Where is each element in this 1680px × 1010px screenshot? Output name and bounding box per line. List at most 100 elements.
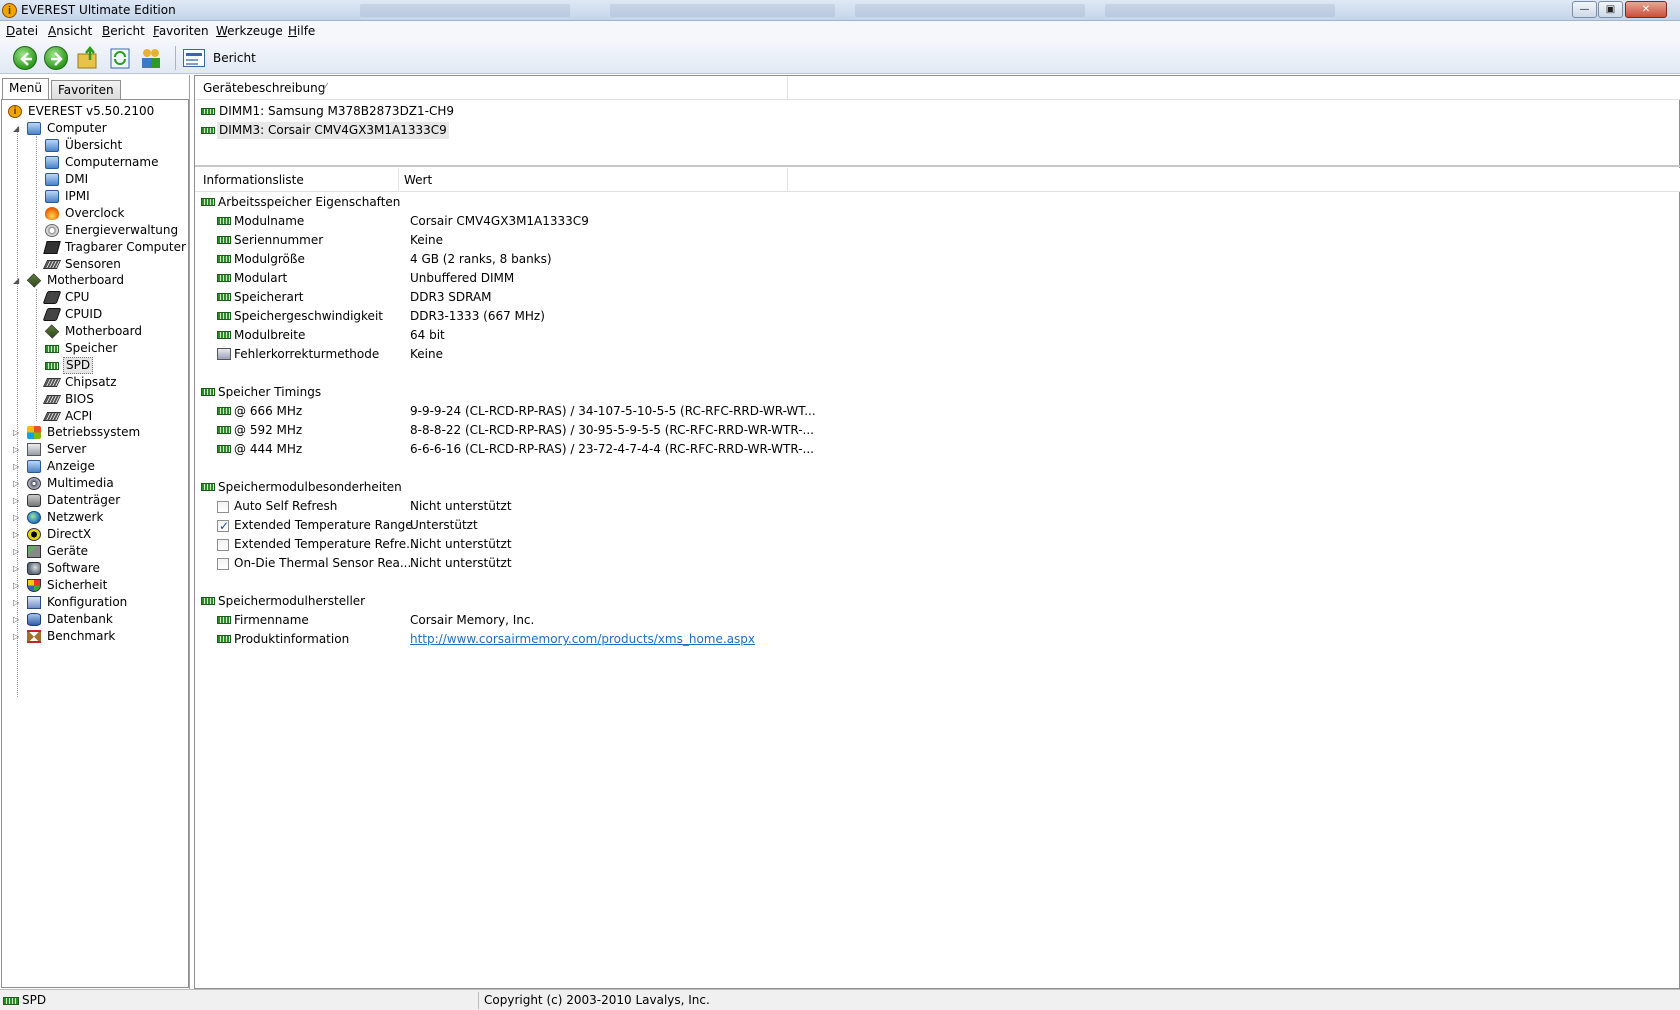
checkbox[interactable] (217, 558, 229, 570)
column-separator[interactable] (787, 76, 788, 100)
expand-toggle-icon[interactable]: ▷ (13, 547, 22, 556)
info-row[interactable]: Modulart Unbuffered DIMM (217, 269, 1667, 288)
expand-toggle-icon[interactable]: ▷ (13, 615, 22, 624)
info-row[interactable]: Fehlerkorrekturmethode Keine (217, 345, 1667, 364)
tree-item-label: Speicher (65, 341, 118, 355)
column-header-device[interactable]: Gerätebeschreibung (203, 81, 325, 95)
tree-item-label: Übersicht (65, 138, 123, 152)
tree-item-label: Benchmark (47, 629, 116, 643)
expand-toggle-icon[interactable]: ▷ (13, 581, 22, 590)
checkbox[interactable] (217, 517, 229, 536)
info-row[interactable]: Modulgröße 4 GB (2 ranks, 8 banks) (217, 250, 1667, 269)
tab-menu[interactable]: Menü (2, 78, 49, 99)
status-current-page: SPD (22, 993, 47, 1007)
content-pane: Gerätebeschreibung ⁄ DIMM1: Samsung M378… (194, 75, 1680, 989)
expand-toggle-icon[interactable]: ▷ (13, 530, 22, 539)
memory-module-icon (217, 312, 231, 320)
checkbox[interactable] (217, 501, 229, 513)
motherboard-icon (44, 324, 60, 339)
info-row[interactable]: Extended Temperature RangeUnterstützt (217, 516, 1667, 536)
info-row[interactable]: On-Die Thermal Sensor Rea... Nicht unters… (217, 554, 1667, 573)
memory-module-icon (217, 217, 231, 225)
info-row[interactable]: Firmenname Corsair Memory, Inc. (217, 611, 1667, 630)
menu-favoriten[interactable]: Favoriten (153, 24, 209, 38)
devices-icon (27, 545, 41, 558)
forward-button[interactable] (44, 46, 68, 70)
menu-hilfe[interactable]: Hilfe (288, 24, 315, 38)
section-title: Arbeitsspeicher Eigenschaften (218, 195, 401, 209)
info-row[interactable]: Extended Temperature Refre... Nicht unter… (217, 535, 1667, 554)
tab-favorites[interactable]: Favoriten (51, 80, 121, 100)
expand-toggle-icon[interactable]: ▷ (13, 462, 22, 471)
info-row[interactable]: Speicherart DDR3 SDRAM (217, 288, 1667, 307)
users-button[interactable] (139, 46, 163, 70)
info-row[interactable]: Modulname Corsair CMV4GX3M1A1333C9 (217, 212, 1667, 231)
refresh-icon (110, 48, 130, 69)
tree-item-label: BIOS (65, 392, 94, 406)
tree-item-label: Konfiguration (47, 595, 128, 609)
info-row[interactable]: @ 592 MHz 8-8-8-22 (CL-RCD-RP-RAS) / 30-9… (217, 421, 1667, 440)
info-row[interactable]: Modulbreite 64 bit (217, 326, 1667, 345)
directx-icon (27, 528, 41, 541)
collapse-toggle-icon[interactable]: ◢ (13, 124, 22, 133)
column-header-value[interactable]: Wert (404, 173, 432, 187)
info-value: Keine (410, 233, 443, 247)
users-icon (142, 49, 160, 68)
expand-toggle-icon[interactable]: ▷ (13, 513, 22, 522)
refresh-button[interactable] (108, 46, 132, 70)
memory-module-icon (217, 236, 231, 244)
flame-icon (45, 207, 59, 220)
pane-splitter[interactable] (195, 165, 1680, 167)
info-row[interactable]: Speichergeschwindigkeit DDR3-1333 (667 MH… (217, 307, 1667, 326)
info-field: Seriennummer (234, 233, 324, 247)
info-value: 6-6-6-16 (CL-RCD-RP-RAS) / 23-72-4-7-4-4… (410, 442, 814, 456)
info-value: 9-9-9-24 (CL-RCD-RP-RAS) / 34-107-5-10-5… (410, 404, 816, 418)
memory-module-icon (201, 108, 215, 115)
memory-module-icon (217, 407, 231, 415)
tree-item-label: EVEREST v5.50.2100 (28, 104, 155, 118)
column-separator[interactable] (787, 168, 788, 192)
expand-toggle-icon[interactable]: ▷ (13, 428, 22, 437)
tree-item-label: CPU (65, 290, 90, 304)
info-field: Fehlerkorrekturmethode (234, 347, 380, 361)
menu-werkzeuge[interactable]: Werkzeuge (216, 24, 283, 38)
drive-icon (27, 494, 41, 507)
info-row[interactable]: Auto Self Refresh Nicht unterstützt (217, 497, 1667, 516)
up-button[interactable] (76, 45, 100, 70)
info-field: On-Die Thermal Sensor Rea... (234, 556, 412, 570)
everest-icon: i (8, 105, 22, 118)
computer-icon (27, 122, 41, 135)
info-row[interactable]: @ 666 MHz 9-9-9-24 (CL-RCD-RP-RAS) / 34-1… (217, 402, 1667, 421)
menu-datei[interactable]: Datei (6, 24, 38, 38)
info-field: Modulname (234, 214, 305, 228)
expand-toggle-icon[interactable]: ▷ (13, 632, 22, 641)
tree-item-label: Energieverwaltung (65, 223, 179, 237)
computer-icon (45, 156, 59, 169)
column-separator[interactable] (398, 168, 399, 192)
device-label: DIMM3: Corsair CMV4GX3M1A1333C9 (217, 122, 449, 139)
expand-toggle-icon[interactable]: ▷ (13, 445, 22, 454)
expand-toggle-icon[interactable]: ▷ (13, 479, 22, 488)
checkbox[interactable] (217, 539, 229, 551)
column-header-field[interactable]: Informationsliste (203, 173, 304, 187)
memory-module-icon (217, 255, 231, 263)
minimize-button[interactable]: — (1572, 1, 1597, 18)
info-row[interactable]: Seriennummer Keine (217, 231, 1667, 250)
expand-toggle-icon[interactable]: ▷ (13, 496, 22, 505)
menu-ansicht[interactable]: Ansicht (48, 24, 92, 38)
toolbar: Bericht (0, 41, 1680, 74)
close-button[interactable]: ✕ (1625, 1, 1667, 18)
info-value: Nicht unterstützt (410, 499, 512, 513)
info-row[interactable]: Produktinformation http://www.corsairmemo… (217, 630, 1667, 649)
tree-item-label: Chipsatz (65, 375, 117, 389)
info-row[interactable]: @ 444 MHz 6-6-6-16 (CL-RCD-RP-RAS) / 23-7… (217, 440, 1667, 459)
menu-bericht[interactable]: Bericht (102, 24, 145, 38)
collapse-toggle-icon[interactable]: ◢ (13, 276, 22, 285)
configuration-icon (27, 596, 41, 609)
expand-toggle-icon[interactable]: ▷ (13, 564, 22, 573)
product-info-link[interactable]: http://www.corsairmemory.com/products/xm… (410, 630, 755, 649)
expand-toggle-icon[interactable]: ▷ (13, 598, 22, 607)
navigation-panel: Menü Favoriten i EVEREST v5.50.2100 ◢ Co… (0, 75, 190, 989)
back-button[interactable] (13, 46, 37, 70)
maximize-button[interactable]: ▣ (1598, 1, 1623, 18)
